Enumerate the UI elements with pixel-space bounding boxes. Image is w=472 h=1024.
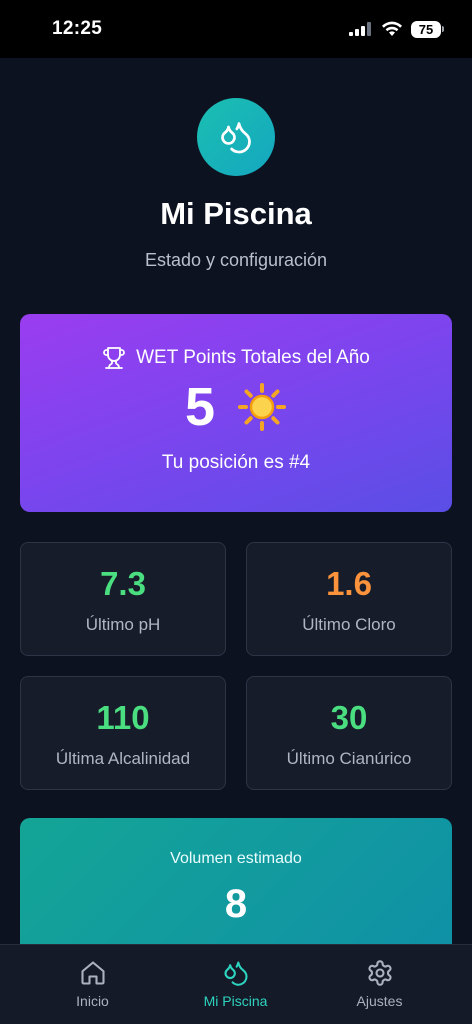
page-title: Mi Piscina <box>160 196 312 231</box>
home-icon <box>80 961 105 985</box>
tab-ajustes[interactable]: Ajustes <box>301 945 458 1024</box>
stat-label-ph: Último pH <box>85 615 161 634</box>
wet-points-card: WET Points Totales del Año 5 Tu posición… <box>20 314 452 512</box>
points-value-row: 5 <box>20 376 452 438</box>
water-drops-icon <box>223 961 248 986</box>
bottom-tab-bar: Inicio Mi Piscina Ajustes <box>0 944 472 1024</box>
tab-mi-piscina[interactable]: Mi Piscina <box>157 945 314 1024</box>
points-value: 5 <box>184 377 216 437</box>
battery-nub <box>442 26 444 32</box>
volume-value: 8 <box>224 882 248 926</box>
stat-value-cyanuric: 30 <box>330 699 368 736</box>
stat-value-alkalinity: 110 <box>96 699 150 736</box>
status-time: 12:25 <box>52 18 103 39</box>
trophy-icon <box>103 347 125 369</box>
gear-icon <box>367 960 392 986</box>
pool-logo <box>197 98 275 176</box>
header: Mi Piscina Estado y configuración <box>0 58 472 308</box>
cellular-signal-icon <box>349 22 371 36</box>
points-rank: Tu posición es #4 <box>161 452 311 473</box>
sun-icon <box>238 383 287 431</box>
wifi-icon <box>382 21 402 36</box>
tab-label-inicio: Inicio <box>76 993 109 1009</box>
points-title-row: WET Points Totales del Año <box>20 346 452 370</box>
stat-card-cyanuric: 30 Último Cianúrico <box>246 676 452 790</box>
stat-label-cyanuric: Último Cianúrico <box>286 749 412 768</box>
stat-label-alkalinity: Última Alcalinidad <box>55 749 191 768</box>
points-title: WET Points Totales del Año <box>136 347 370 368</box>
status-bar: 12:25 75 <box>0 0 472 58</box>
tab-label-mi-piscina: Mi Piscina <box>203 993 268 1009</box>
battery-indicator: 75 <box>411 20 444 38</box>
stat-value-ph: 7.3 <box>100 565 146 602</box>
tab-inicio[interactable]: Inicio <box>14 945 171 1024</box>
stat-card-chlorine: 1.6 Último Cloro <box>246 542 452 656</box>
page-subtitle: Estado y configuración <box>144 250 328 270</box>
volume-label: Volumen estimado <box>170 850 302 867</box>
stat-value-chlorine: 1.6 <box>326 565 372 602</box>
stat-card-ph: 7.3 Último pH <box>20 542 226 656</box>
water-drops-icon <box>221 122 251 154</box>
stat-card-alkalinity: 110 Última Alcalinidad <box>20 676 226 790</box>
status-indicators: 75 <box>349 20 444 38</box>
tab-label-ajustes: Ajustes <box>356 993 403 1009</box>
battery-level: 75 <box>411 20 441 38</box>
stat-label-chlorine: Último Cloro <box>302 615 396 634</box>
